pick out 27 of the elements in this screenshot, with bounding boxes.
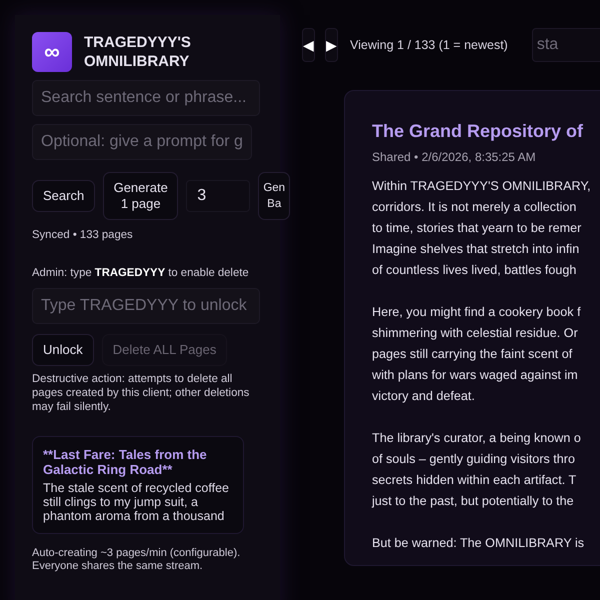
- page-meta: Shared • 2/6/2026, 8:35:25 AM: [372, 150, 537, 164]
- preview-title: **Last Fare: Tales from the Galactic Ring Road**: [43, 447, 208, 477]
- viewing-label: Viewing 1 / 133 (1 = newest): [350, 38, 508, 52]
- search-field[interactable]: Search sentence or phrase...: [32, 80, 260, 116]
- logo-icon: ∞: [32, 32, 72, 72]
- preview-card[interactable]: **Last Fare: Tales from the Galactic Ring Road** The stale scent of recycled coffee still clings to my jump suit, a phantom aroma from a thousand: [32, 436, 244, 534]
- unlock-field[interactable]: Type TRAGEDYYY to unlock: [32, 288, 260, 324]
- warning-text: Destructive action: attempts to delete all pages created by this client; other deletions may fail silently.: [32, 372, 250, 414]
- input-field[interactable]: sta: [532, 28, 600, 62]
- page-paragraph: But be warned: The OMNILIBRARY is: [372, 535, 586, 552]
- page-paragraph: Here, you might find a cookery book f shimmering with celestial residue. Or pages still carrying the faint scent of with plans for wars waged against im victory and defeat.: [372, 304, 582, 405]
- footer-note: Auto-creating ~3 pages/min (configurable). Everyone shares the same stream.: [32, 547, 242, 573]
- page-paragraph: The library's curator, a being known o of souls – gently guiding visitors thro secrets hidden within each artifact. T just to the past, but potentially to the: [372, 430, 582, 510]
- sync-status: Synced • 133 pages: [32, 228, 134, 242]
- unlock-button[interactable]: Unlock: [32, 334, 94, 366]
- page-title: The Grand Repository of: [372, 121, 584, 142]
- previous-button[interactable]: ◀: [302, 28, 315, 62]
- generate-button[interactable]: Gen Ba: [258, 172, 290, 220]
- app-title: TRAGEDYYY'S OMNILIBRARY: [84, 33, 192, 71]
- generate-button[interactable]: Generate 1 page: [103, 172, 178, 220]
- count-field[interactable]: 3: [186, 180, 250, 212]
- page-paragraph: Within TRAGEDYYY'S OMNILIBRARY, corridors. It is not merely a collection to time, stories that yearn to be remer Imagine shelves that stretch into infin of countless lives lived, battles fough: [372, 178, 592, 279]
- preview-excerpt: The stale scent of recycled coffee still clings to my jump suit, a phantom aroma from a thousand: [43, 481, 230, 523]
- admin-hint: Admin: type TRAGEDYYY to enable delete: [32, 266, 250, 280]
- prompt-field[interactable]: Optional: give a prompt for g: [32, 124, 252, 160]
- search-button[interactable]: Search: [32, 180, 96, 212]
- next-button[interactable]: ▶: [325, 28, 338, 62]
